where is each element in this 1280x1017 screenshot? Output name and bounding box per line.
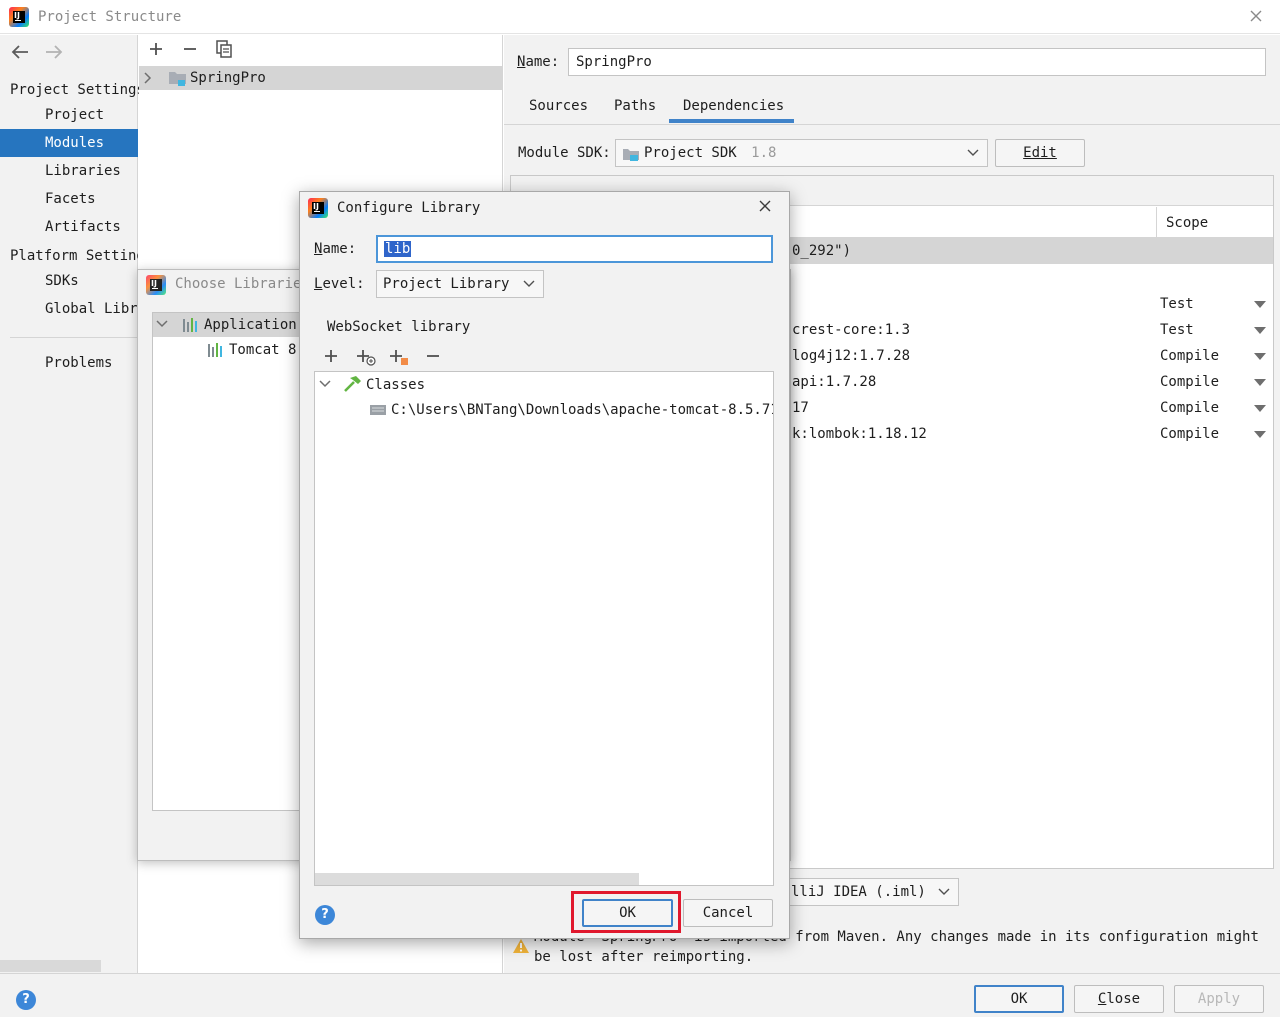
- classes-icon: [342, 375, 362, 393]
- module-label: SpringPro: [190, 70, 266, 86]
- dependency-name: 17: [792, 400, 809, 416]
- sidebar-item-problems[interactable]: Problems: [0, 349, 138, 377]
- chevron-down-icon: [523, 279, 535, 289]
- scope-dropdown-icon[interactable]: [1254, 431, 1266, 438]
- chevron-right-icon[interactable]: [143, 71, 153, 85]
- project-settings-heading: Project Settings: [10, 82, 145, 98]
- platform-settings-heading: Platform Settings: [10, 248, 138, 264]
- copy-icon[interactable]: [216, 40, 232, 58]
- library-group-label: Application: [204, 317, 297, 333]
- dependency-scope[interactable]: Test: [1160, 291, 1194, 317]
- help-icon[interactable]: ?: [16, 990, 36, 1010]
- dependency-sdk-name: 0_292"): [792, 243, 852, 259]
- library-name-label: Name:: [314, 241, 357, 257]
- library-icon: [207, 342, 225, 358]
- library-name-input[interactable]: lib: [376, 235, 773, 263]
- scope-dropdown-icon[interactable]: [1254, 405, 1266, 412]
- apply-button[interactable]: Apply: [1174, 985, 1264, 1013]
- format-value: lliJ IDEA (.iml): [791, 884, 926, 900]
- configure-cancel-button[interactable]: Cancel: [683, 899, 773, 927]
- library-level-value: Project Library: [383, 276, 510, 292]
- module-sdk-select[interactable]: Project SDK 1.8: [615, 139, 988, 167]
- library-roots-tree: [314, 371, 774, 886]
- active-tab-indicator: [669, 119, 794, 123]
- add-icon[interactable]: [323, 348, 339, 364]
- library-name-value: lib: [384, 241, 412, 257]
- sidebar-scrollbar[interactable]: [0, 960, 101, 972]
- add-jar-icon[interactable]: [389, 348, 409, 366]
- sidebar-item-sdks[interactable]: SDKs: [0, 267, 138, 295]
- dependency-name: k:lombok:1.18.12: [792, 426, 927, 442]
- add-url-icon[interactable]: [356, 348, 376, 366]
- intellij-logo-icon: IJ: [9, 7, 29, 27]
- library-item-label[interactable]: Tomcat 8.: [229, 342, 305, 358]
- chevron-down-icon[interactable]: [319, 379, 331, 389]
- scope-dropdown-icon[interactable]: [1254, 327, 1266, 334]
- sidebar-item-global-libraries[interactable]: Global Libraries: [0, 295, 138, 323]
- intellij-logo-icon: IJ: [308, 198, 328, 218]
- add-icon[interactable]: [148, 41, 164, 57]
- jar-archive-icon: [369, 403, 387, 417]
- dependency-name: log4j12:1.7.28: [792, 348, 911, 364]
- arrow-right-icon[interactable]: [44, 43, 64, 61]
- remove-icon[interactable]: [182, 41, 198, 57]
- sidebar-item-artifacts[interactable]: Artifacts: [0, 213, 138, 241]
- sidebar-item-libraries[interactable]: Libraries: [0, 157, 138, 185]
- classes-label: Classes: [366, 377, 426, 393]
- help-icon[interactable]: ?: [315, 905, 335, 925]
- module-name-input[interactable]: SpringPro: [568, 48, 1266, 76]
- dependency-name: api:1.7.28: [792, 374, 877, 390]
- dependency-scope[interactable]: Compile: [1160, 369, 1219, 395]
- module-folder-icon: [168, 69, 188, 87]
- window-title: Project Structure: [38, 9, 182, 25]
- name-label: Name:: [517, 54, 560, 70]
- chevron-down-icon: [967, 148, 979, 158]
- close-icon[interactable]: [757, 198, 773, 214]
- sidebar-item-facets[interactable]: Facets: [0, 185, 138, 213]
- close-button[interactable]: Close: [1074, 985, 1164, 1013]
- library-caption: WebSocket library: [327, 319, 471, 335]
- horizontal-scrollbar[interactable]: [315, 873, 639, 885]
- scope-column-divider: [1156, 207, 1157, 238]
- dependency-scope[interactable]: Compile: [1160, 421, 1219, 447]
- configure-library-title: Configure Library: [337, 200, 481, 216]
- sdk-version: 1.8: [751, 145, 777, 161]
- ok-button[interactable]: OK: [974, 985, 1064, 1013]
- tab-sources[interactable]: Sources: [529, 98, 588, 124]
- chevron-down-icon: [938, 887, 950, 897]
- library-level-label: Level:: [314, 276, 365, 292]
- dependency-scope[interactable]: Compile: [1160, 343, 1219, 369]
- sidebar-divider: [10, 337, 138, 338]
- dependency-scope[interactable]: Compile: [1160, 395, 1219, 421]
- dependency-name: crest-core:1.3: [792, 322, 911, 338]
- title-bar: [0, 0, 1280, 34]
- library-icon: [182, 317, 200, 333]
- scope-dropdown-icon[interactable]: [1254, 301, 1266, 308]
- arrow-left-icon[interactable]: [10, 43, 30, 61]
- dependency-scope[interactable]: Test: [1160, 317, 1194, 343]
- tab-paths[interactable]: Paths: [614, 98, 656, 124]
- class-path[interactable]: C:\Users\BNTang\Downloads\apache-tomcat-…: [391, 402, 773, 418]
- sidebar-item-modules[interactable]: Modules: [0, 129, 138, 157]
- library-level-select[interactable]: Project Library: [376, 270, 544, 298]
- chevron-down-icon[interactable]: [156, 319, 168, 329]
- tabs-divider: [504, 124, 1280, 125]
- ok-button-highlight: [571, 891, 681, 933]
- scope-dropdown-icon[interactable]: [1254, 353, 1266, 360]
- intellij-logo-icon: IJ: [146, 275, 166, 295]
- scope-dropdown-icon[interactable]: [1254, 379, 1266, 386]
- sidebar-item-project[interactable]: Project: [0, 101, 138, 129]
- close-button-label: Close: [1097, 991, 1141, 1007]
- edit-sdk-button[interactable]: Edit: [995, 139, 1085, 167]
- sdk-folder-icon: [622, 146, 640, 162]
- scope-column-header[interactable]: Scope: [1166, 215, 1208, 231]
- sdk-value: Project SDK: [644, 145, 737, 161]
- warning-icon: [512, 938, 530, 954]
- module-sdk-label: Module SDK:: [518, 145, 611, 161]
- remove-icon[interactable]: [425, 348, 441, 364]
- choose-libraries-title: Choose Libraries: [175, 276, 310, 292]
- close-icon[interactable]: [1248, 8, 1264, 24]
- edit-button-label: Edit: [1023, 145, 1057, 161]
